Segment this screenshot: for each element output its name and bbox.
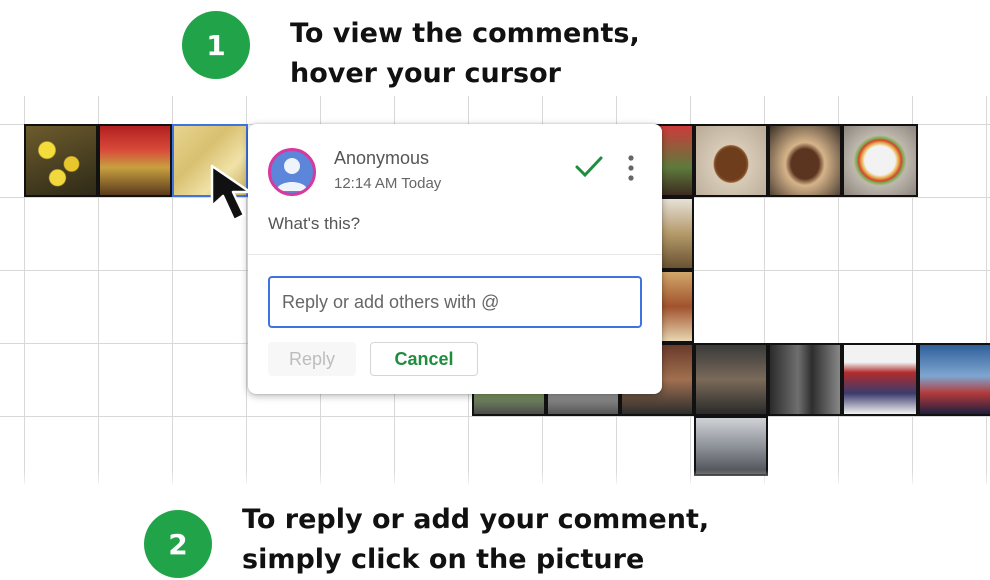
step-1-line-1: To view the comments, [290,18,640,49]
photo-cake[interactable] [842,124,918,197]
comment-popup: Anonymous 12:14 AM Today What's this? Re… [248,124,662,394]
cursor-arrow-icon [210,164,252,222]
reply-input[interactable] [268,276,642,328]
reply-button[interactable]: Reply [268,342,356,376]
person-icon [268,148,316,196]
step-1-line-2: hover your cursor [290,58,561,89]
photo-drinks[interactable] [98,124,172,197]
step-2-instructions: To reply or add your comment, simply cli… [242,500,709,580]
grid-fade [0,470,990,490]
popup-divider [248,254,662,255]
photo-dessert[interactable] [768,124,842,197]
photo-escalator[interactable] [768,343,842,416]
more-vert-icon[interactable] [626,154,636,184]
step-1-instructions: To view the comments, hover your cursor [290,14,640,94]
step-1-number: 1 [206,28,226,62]
step-2-number: 2 [168,527,188,561]
comment-text: What's this? [268,214,361,233]
step-2-badge: 2 [144,510,212,578]
step-1-badge: 1 [182,11,250,79]
photo-lemons[interactable] [24,124,98,197]
comment-timestamp: 12:14 AM Today [334,175,442,192]
comment-author: Anonymous [334,148,430,168]
step-2-line-1: To reply or add your comment, [242,504,710,535]
photo-theater[interactable] [842,343,918,416]
photo-city[interactable] [694,416,768,476]
check-icon[interactable] [574,154,604,180]
cancel-button[interactable]: Cancel [370,342,478,376]
photo-crowd-1[interactable] [694,343,768,416]
step-2-line-2: simply click on the picture [242,544,645,575]
photo-coconut[interactable] [694,124,768,197]
photo-crowd-2[interactable] [918,343,990,416]
